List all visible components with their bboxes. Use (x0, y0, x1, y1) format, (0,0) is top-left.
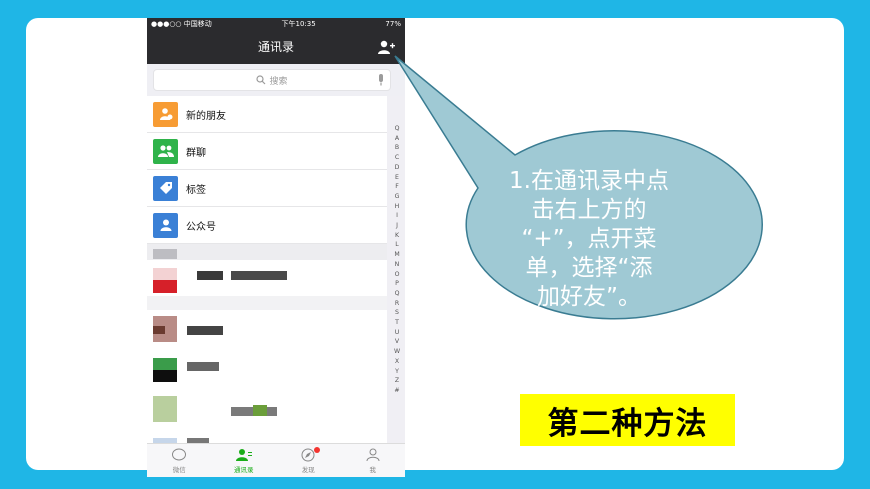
tab-label: 发现 (301, 466, 315, 474)
index-letter[interactable]: L (390, 240, 404, 250)
blurred-avatar (153, 326, 165, 334)
index-letter[interactable]: J (390, 221, 404, 231)
index-letter[interactable]: W (390, 347, 404, 357)
index-letter[interactable]: U (390, 328, 404, 338)
alphabet-index[interactable]: Q A B C D E F G H I J K L M N O P Q R S T U V W X Y Z # (390, 124, 404, 404)
notification-badge (314, 447, 320, 453)
index-letter[interactable]: M (390, 250, 404, 260)
microphone-icon[interactable] (377, 74, 385, 86)
blurred-avatar (153, 370, 177, 382)
index-letter[interactable]: Q (390, 289, 404, 299)
contact-section-header (147, 244, 387, 260)
index-letter[interactable]: G (390, 192, 404, 202)
search-bar: 搜索 (147, 64, 405, 96)
index-letter[interactable]: C (390, 153, 404, 163)
search-input[interactable]: 搜索 (153, 69, 391, 91)
list-item-label: 新的朋友 (186, 110, 226, 122)
chat-icon (172, 448, 187, 461)
search-placeholder: 搜索 (269, 76, 288, 87)
official-account-icon (153, 212, 178, 238)
index-letter[interactable]: B (390, 143, 404, 153)
index-letter[interactable]: N (390, 260, 404, 270)
list-item-label: 公众号 (186, 221, 216, 233)
index-letter[interactable]: V (390, 337, 404, 347)
battery-label: 77% (385, 20, 401, 28)
tab-label: 微信 (172, 466, 186, 474)
carrier-label: ●●●○○ 中国移动 (151, 20, 212, 28)
new-friend-icon (153, 101, 178, 127)
blurred-name (253, 405, 267, 416)
add-contact-icon[interactable] (377, 39, 395, 55)
list-item-tags[interactable]: 标签 (147, 170, 387, 207)
blurred-name (187, 326, 223, 335)
index-letter[interactable]: Z (390, 376, 404, 386)
blurred-avatar (153, 280, 177, 293)
index-letter[interactable]: R (390, 299, 404, 309)
search-icon (256, 75, 266, 85)
contact-divider (147, 296, 387, 310)
contact-list: 新的朋友 群聊 标签 公众号 (147, 96, 387, 456)
list-item-group-chat[interactable]: 群聊 (147, 133, 387, 170)
tab-me[interactable]: 我 (341, 444, 406, 477)
tag-icon (153, 175, 178, 201)
blurred-name (197, 271, 223, 280)
page-title: 通讯录 (257, 40, 294, 54)
tab-contacts[interactable]: 通讯录 (212, 444, 277, 477)
index-letter[interactable]: S (390, 308, 404, 318)
blurred-name (187, 362, 219, 371)
index-letter[interactable]: O (390, 270, 404, 280)
group-chat-icon (153, 138, 178, 164)
list-item-label: 群聊 (186, 147, 206, 159)
list-item-official-accounts[interactable]: 公众号 (147, 207, 387, 244)
index-letter[interactable]: P (390, 279, 404, 289)
tab-label: 我 (369, 466, 377, 474)
list-item-label: 标签 (186, 184, 206, 196)
index-letter[interactable]: D (390, 163, 404, 173)
nav-bar: 通讯录 (147, 30, 405, 64)
index-letter[interactable]: K (390, 231, 404, 241)
index-letter[interactable]: Y (390, 367, 404, 377)
me-icon (366, 448, 380, 462)
blurred-avatar (153, 268, 177, 280)
tab-chats[interactable]: 微信 (147, 444, 212, 477)
phone-screenshot: ●●●○○ 中国移动 下午10:35 77% 通讯录 搜索 新的朋友 群聊 标签… (147, 18, 405, 477)
status-bar: ●●●○○ 中国移动 下午10:35 77% (147, 18, 405, 30)
tab-discover[interactable]: 发现 (276, 444, 341, 477)
callout-text: 1.在通讯录中点 击右上方的 “+”，点开菜 单，选择“添 加好友”。 (509, 168, 669, 310)
blurred-avatar (153, 358, 177, 370)
blurred-name (231, 271, 287, 280)
index-letter[interactable]: X (390, 357, 404, 367)
time-label: 下午10:35 (281, 20, 316, 28)
index-letter[interactable]: I (390, 211, 404, 221)
index-letter[interactable]: F (390, 182, 404, 192)
list-item-new-friends[interactable]: 新的朋友 (147, 96, 387, 133)
blurred-avatar (153, 249, 177, 259)
contacts-icon (235, 449, 252, 461)
index-letter[interactable]: H (390, 202, 404, 212)
index-letter[interactable]: # (390, 386, 404, 396)
blurred-avatar (153, 396, 177, 422)
index-letter[interactable]: E (390, 173, 404, 183)
index-letter[interactable]: A (390, 134, 404, 144)
tab-bar: 微信 通讯录 发现 我 (147, 443, 405, 477)
method-label: 第二种方法 (520, 394, 735, 446)
index-letter[interactable]: Q (390, 124, 404, 134)
index-letter[interactable]: T (390, 318, 404, 328)
tab-label: 通讯录 (234, 466, 254, 474)
